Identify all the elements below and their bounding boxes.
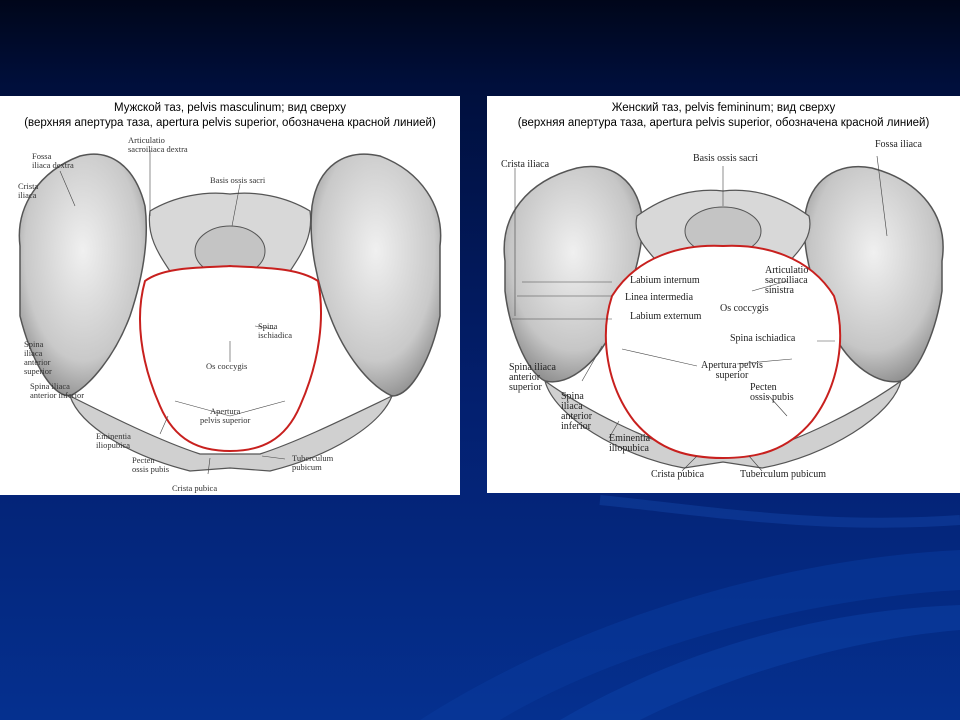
background-swoosh	[420, 495, 960, 720]
label-spina-iliaca-anterior-superior: Spina iliaca anterior superior	[509, 362, 556, 393]
label-crista-pubica: Crista pubica	[172, 483, 218, 493]
label-tuberculum-pubicum: Tuberculum pubicum	[292, 453, 334, 472]
label-crista-iliaca: Crista iliaca	[501, 159, 550, 170]
label-spina-ischiadica: Spina ischiadica	[258, 321, 292, 340]
label-labium-externum: Labium externum	[630, 311, 702, 322]
label-spina-iliaca-anterior-superior: Spina iliaca anterior superior	[24, 339, 52, 376]
label-eminentia-iliopubica: Eminentia iliopubica	[609, 433, 651, 454]
label-crista-pubica: Crista pubica	[651, 469, 705, 480]
label-pecten-ossis-pubis: Pecten ossis pubis	[750, 382, 794, 403]
label-pecten-ossis-pubis: Pecten ossis pubis	[132, 455, 170, 474]
label-os-coccygis: Os coccygis	[206, 361, 248, 371]
label-spina-iliaca-anterior-inferior: Spina iliaca anterior inferior	[30, 381, 85, 400]
label-spina-iliaca-anterior-inferior: Spina iliaca anterior inferior	[561, 391, 593, 432]
label-spina-ischiadica: Spina ischiadica	[730, 333, 796, 344]
label-fossa-iliaca-dextra: Fossa iliaca dextra	[32, 151, 74, 170]
label-articulatio-sacroiliaca-sinistra: Articulatio sacroiliaca sinistra	[765, 265, 809, 296]
label-apertura-pelvis-superior: Apertura pelvis superior	[701, 360, 763, 381]
label-linea-intermedia: Linea intermedia	[625, 292, 694, 303]
label-apertura-pelvis-superior: Apertura pelvis superior	[200, 406, 251, 425]
label-labium-internum: Labium internum	[630, 275, 700, 286]
female-pelvis-figure: Женский таз, pelvis femininum; вид сверх…	[487, 96, 960, 493]
label-eminentia-iliopubica: Eminentia iliopubica	[96, 431, 131, 450]
label-basis-ossis-sacri: Basis ossis sacri	[210, 175, 266, 185]
male-pelvis-figure: Мужской таз, pelvis masculinum; вид свер…	[0, 96, 460, 495]
label-os-coccygis: Os coccygis	[720, 303, 769, 314]
male-right-iliac-wing	[310, 153, 442, 397]
label-basis-ossis-sacri: Basis ossis sacri	[693, 153, 758, 164]
label-crista-iliaca: Crista iliaca	[18, 181, 39, 200]
label-tuberculum-pubicum: Tuberculum pubicum	[740, 469, 827, 480]
label-fossa-iliaca: Fossa iliaca	[875, 139, 922, 150]
label-articulatio-sacroiliaca-dextra: Articulatio sacroiliaca dextra	[128, 135, 188, 154]
